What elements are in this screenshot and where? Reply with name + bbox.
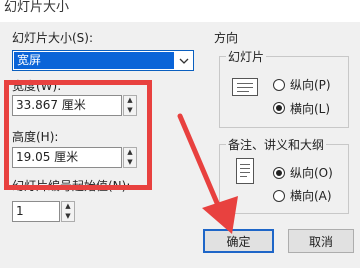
dialog-title: 幻灯片大小 bbox=[4, 0, 70, 15]
slides-landscape-label[interactable]: 横向(L) bbox=[290, 100, 330, 117]
slides-landscape-radio[interactable] bbox=[273, 102, 285, 114]
notes-landscape-label[interactable]: 横向(A) bbox=[290, 187, 332, 204]
notes-landscape-radio[interactable] bbox=[273, 190, 285, 202]
annotation-arrow-icon bbox=[177, 113, 238, 234]
start-number-spinner[interactable]: ▲ ▼ bbox=[61, 201, 75, 222]
spin-up-icon[interactable]: ▲ bbox=[62, 202, 74, 212]
slides-portrait-radio[interactable] bbox=[273, 79, 285, 91]
orientation-title: 方向 bbox=[214, 31, 239, 45]
notes-portrait-radio[interactable] bbox=[273, 167, 285, 179]
cancel-button[interactable]: 取消 bbox=[288, 229, 354, 253]
slide-size-value: 宽屏 bbox=[17, 53, 42, 67]
dropdown-arrow-icon[interactable] bbox=[176, 52, 192, 69]
slides-group-title: 幻灯片 bbox=[226, 48, 267, 65]
dialog-title-bar: 幻灯片大小 bbox=[0, 0, 360, 22]
notes-portrait-label[interactable]: 纵向(O) bbox=[290, 164, 333, 181]
spin-down-icon[interactable]: ▼ bbox=[62, 212, 74, 222]
start-number-input[interactable]: 1 bbox=[12, 201, 60, 222]
landscape-document-icon bbox=[232, 78, 258, 96]
annotation-highlight-box bbox=[4, 80, 152, 190]
bottom-strip bbox=[0, 268, 360, 280]
slides-portrait-label[interactable]: 纵向(P) bbox=[290, 76, 331, 93]
slide-size-select[interactable]: 宽屏 bbox=[12, 50, 194, 71]
slide-size-label: 幻灯片大小(S): bbox=[12, 31, 94, 45]
